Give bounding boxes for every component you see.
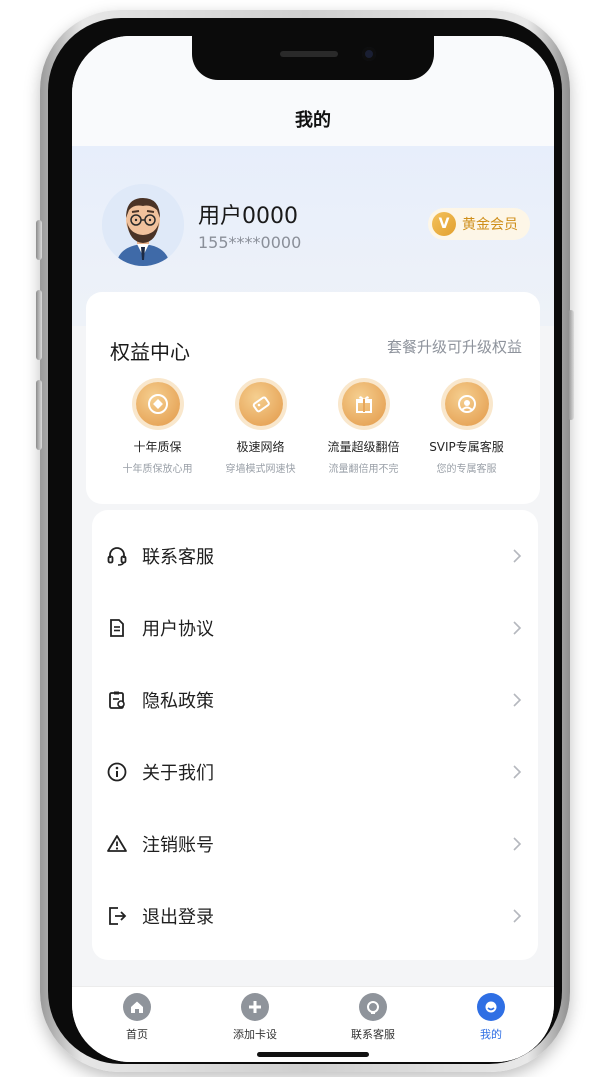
tab-contact-service[interactable]: 联系客服 xyxy=(318,993,428,1042)
phone-screen: 我的 用户0000 155****0000 V 黄金会员 权益中心 套餐升级可升… xyxy=(72,36,554,1062)
benefit-warranty[interactable]: 十年质保 十年质保放心用 xyxy=(106,382,209,482)
shield-icon xyxy=(135,382,180,426)
benefit-data-double[interactable]: 流量超级翻倍 流量翻倍用不完 xyxy=(312,382,415,482)
menu-card: 联系客服 用户协议 隐私政策 关于我们 注销账号 退出登录 xyxy=(92,510,538,960)
menu-label: 隐私政策 xyxy=(142,691,214,712)
logout-icon xyxy=(106,905,128,927)
phone-bezel: 我的 用户0000 155****0000 V 黄金会员 权益中心 套餐升级可升… xyxy=(48,18,562,1064)
info-icon xyxy=(106,761,128,783)
phone-frame: 我的 用户0000 155****0000 V 黄金会员 权益中心 套餐升级可升… xyxy=(36,10,574,1072)
home-icon xyxy=(123,993,151,1021)
tab-home[interactable]: 首页 xyxy=(82,993,192,1042)
ticket-icon xyxy=(238,382,283,426)
chevron-right-icon xyxy=(513,549,522,563)
home-indicator[interactable] xyxy=(257,1052,369,1057)
page-title: 我的 xyxy=(295,110,331,131)
avatar-illustration xyxy=(102,184,184,266)
volume-up-button xyxy=(36,290,42,360)
chevron-right-icon xyxy=(513,693,522,707)
service-icon xyxy=(444,382,489,426)
profile-icon xyxy=(477,993,505,1021)
benefits-card: 权益中心 套餐升级可升级权益 十年质保 十年质保放心用 极速网络 穿墙模式网速快… xyxy=(86,292,540,504)
warning-icon xyxy=(106,833,128,855)
menu-item-contact-service[interactable]: 联系客服 xyxy=(92,520,538,592)
vip-label: 黄金会员 xyxy=(462,217,518,233)
avatar[interactable] xyxy=(102,184,184,266)
benefit-label: 极速网络 xyxy=(236,440,285,454)
benefit-desc: 您的专属客服 xyxy=(436,464,497,475)
silent-switch xyxy=(36,220,42,260)
benefit-desc: 十年质保放心用 xyxy=(122,464,193,475)
menu-label: 退出登录 xyxy=(142,907,214,928)
chevron-right-icon xyxy=(513,837,522,851)
benefit-svip-service[interactable]: SVIP专属客服 您的专属客服 xyxy=(415,382,518,482)
tab-add-card[interactable]: 添加卡设 xyxy=(200,993,310,1042)
benefit-desc: 穿墙模式网速快 xyxy=(225,464,296,475)
chevron-right-icon xyxy=(513,621,522,635)
menu-label: 联系客服 xyxy=(142,547,214,568)
tab-bar: 首页 添加卡设 联系客服 我的 xyxy=(72,986,554,1062)
benefit-desc: 流量翻倍用不完 xyxy=(328,464,399,475)
tab-label: 我的 xyxy=(480,1028,502,1041)
menu-item-about-us[interactable]: 关于我们 xyxy=(92,736,538,808)
tab-label: 首页 xyxy=(126,1028,148,1041)
document-icon xyxy=(106,617,128,639)
menu-label: 注销账号 xyxy=(142,835,214,856)
tab-label: 联系客服 xyxy=(351,1028,395,1041)
benefits-title: 权益中心 xyxy=(110,340,190,364)
tab-label: 添加卡设 xyxy=(233,1028,277,1041)
front-camera xyxy=(362,47,376,61)
menu-item-logout[interactable]: 退出登录 xyxy=(92,880,538,952)
menu-item-delete-account[interactable]: 注销账号 xyxy=(92,808,538,880)
gift-icon xyxy=(341,382,386,426)
benefits-subtitle[interactable]: 套餐升级可升级权益 xyxy=(387,336,522,357)
volume-down-button xyxy=(36,380,42,450)
vip-icon: V xyxy=(432,212,456,236)
username: 用户0000 xyxy=(198,204,298,229)
plus-icon xyxy=(241,993,269,1021)
benefit-label: SVIP专属客服 xyxy=(429,440,504,454)
menu-item-privacy-policy[interactable]: 隐私政策 xyxy=(92,664,538,736)
benefit-label: 流量超级翻倍 xyxy=(327,440,400,454)
support-icon xyxy=(359,993,387,1021)
chevron-right-icon xyxy=(513,909,522,923)
benefit-network[interactable]: 极速网络 穿墙模式网速快 xyxy=(209,382,312,482)
speaker xyxy=(280,51,338,57)
tab-mine[interactable]: 我的 xyxy=(436,993,546,1042)
menu-label: 用户协议 xyxy=(142,619,214,640)
clipboard-icon xyxy=(106,689,128,711)
power-button xyxy=(568,310,574,420)
benefits-grid: 十年质保 十年质保放心用 极速网络 穿墙模式网速快 流量超级翻倍 流量翻倍用不完… xyxy=(106,382,520,482)
vip-badge[interactable]: V 黄金会员 xyxy=(428,208,530,240)
headset-icon xyxy=(106,545,128,567)
menu-label: 关于我们 xyxy=(142,763,214,784)
chevron-right-icon xyxy=(513,765,522,779)
phone-number: 155****0000 xyxy=(198,233,302,252)
notch xyxy=(192,36,434,80)
menu-item-user-agreement[interactable]: 用户协议 xyxy=(92,592,538,664)
benefit-label: 十年质保 xyxy=(133,440,182,454)
